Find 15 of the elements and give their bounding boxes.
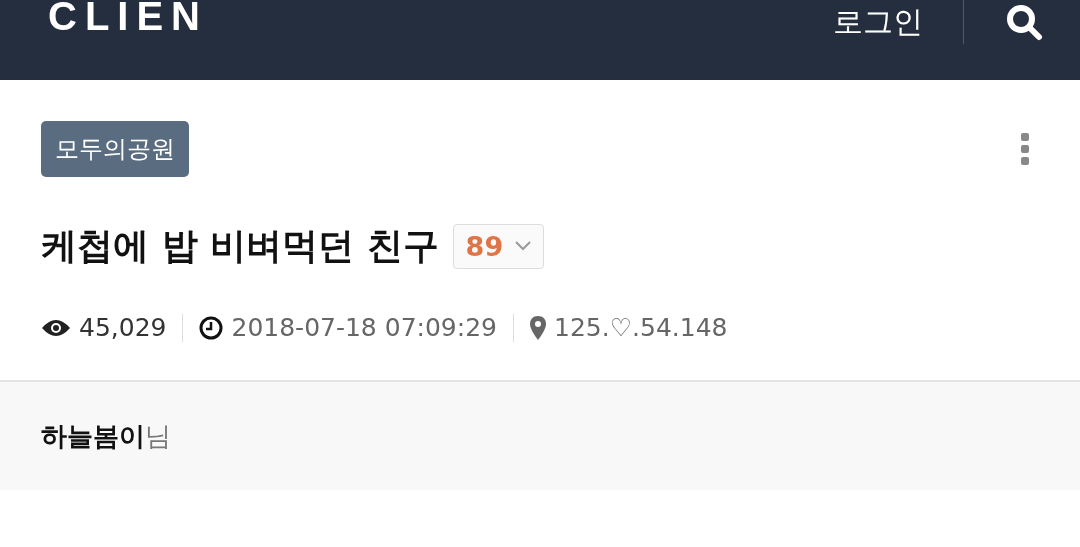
site-logo[interactable]: CLIEN — [48, 0, 208, 36]
post-date: 2018-07-18 07:09:29 — [231, 313, 497, 342]
board-tag[interactable]: 모두의공원 — [41, 121, 189, 177]
eye-icon — [41, 317, 71, 338]
location-pin-icon — [530, 315, 546, 340]
post-title: 케첩에 밥 비벼먹던 친구 — [41, 224, 439, 268]
login-link[interactable]: 로그인 — [833, 4, 923, 40]
author-name[interactable]: 하늘봄이 — [41, 418, 145, 454]
ip-address: 125.♡.54.148 — [554, 313, 728, 342]
search-icon[interactable] — [1004, 2, 1044, 42]
more-icon[interactable] — [1020, 133, 1030, 165]
author-suffix: 님 — [145, 419, 171, 453]
clock-icon — [199, 315, 224, 340]
chevron-icon — [515, 241, 532, 251]
view-count: 45,029 — [79, 313, 167, 342]
